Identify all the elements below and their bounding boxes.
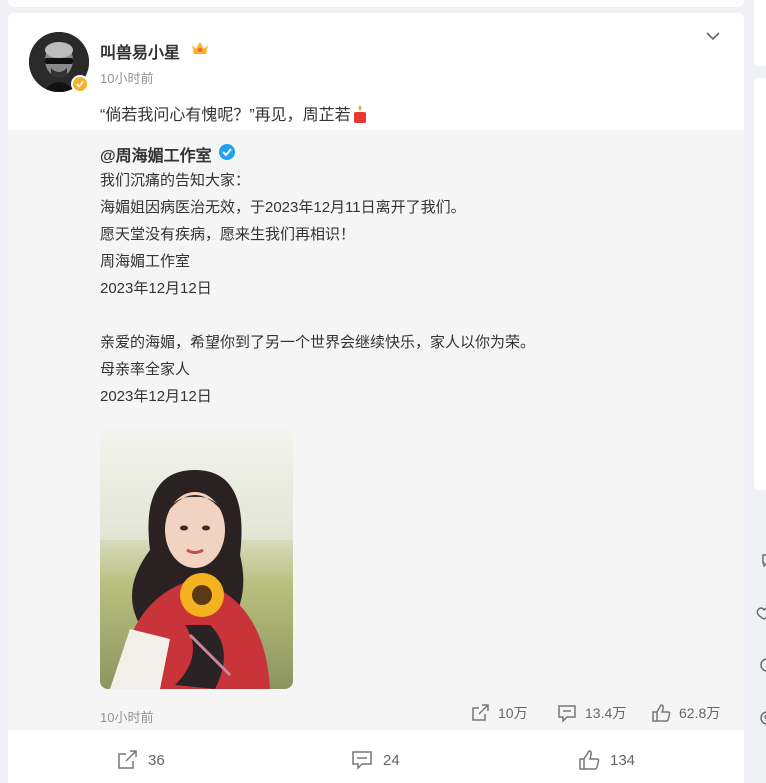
post-card: 叫兽易小星 10小时前 “倘若我问心有愧呢？”再见，周芷若 @周海媚工作室 我们… — [8, 13, 744, 783]
repost-button[interactable]: 36 — [116, 749, 165, 771]
post-photo[interactable] — [100, 430, 293, 689]
comment-button[interactable]: 24 — [351, 749, 400, 771]
post-time[interactable]: 10小时前 — [100, 68, 153, 87]
comment-icon — [352, 751, 372, 770]
right-panel — [754, 0, 766, 66]
like-count: 134 — [610, 751, 636, 769]
post-text-content: “倘若我问心有愧呢？”再见，周芷若 — [100, 107, 351, 124]
repost-line: 愿天堂没有疾病，愿来生我们再相识！ — [100, 226, 356, 243]
original-time[interactable]: 10小时前 — [100, 707, 153, 726]
like-stat[interactable]: 62.8万 — [651, 703, 720, 723]
share-icon — [472, 704, 489, 721]
info-icon[interactable] — [755, 658, 766, 672]
share-icon — [118, 750, 137, 769]
heart-icon[interactable] — [755, 606, 766, 620]
verified-badge — [71, 75, 89, 93]
author-name[interactable]: 叫兽易小星 — [100, 39, 180, 63]
comment-icon — [558, 705, 576, 723]
repost-line: 海媚姐因病医治无效，于2023年12月11日离开了我们。 — [100, 199, 466, 216]
right-panel — [754, 78, 766, 490]
repost-count: 10万 — [498, 705, 528, 721]
post-text: “倘若我问心有愧呢？”再见，周芷若 — [100, 101, 369, 125]
chevron-down-icon[interactable] — [705, 29, 721, 43]
candle-icon — [353, 105, 366, 123]
thumbs-up-icon — [579, 750, 600, 770]
comment-count: 13.4万 — [585, 705, 627, 721]
comment-icon[interactable] — [755, 553, 766, 567]
previous-card-edge — [8, 0, 744, 7]
repost-line: 我们沉痛的告知大家： — [100, 172, 251, 189]
repost-stat[interactable]: 10万 — [470, 703, 528, 723]
repost-line: 母亲率全家人 — [100, 361, 191, 378]
comment-stat[interactable]: 13.4万 — [557, 703, 626, 723]
repost-line: 周海媚工作室 — [100, 253, 191, 270]
original-author[interactable]: @周海媚工作室 — [100, 142, 212, 166]
like-count: 62.8万 — [679, 705, 721, 721]
like-button[interactable]: 134 — [578, 749, 635, 771]
user-icon[interactable] — [755, 711, 766, 725]
crown-icon — [192, 42, 208, 54]
repost-line: 亲爱的海媚，希望你到了另一个世界会继续快乐，家人以你为荣。 — [100, 334, 536, 351]
comment-count: 24 — [383, 751, 400, 769]
repost-line: 2023年12月12日 — [100, 280, 212, 297]
repost-block[interactable]: @周海媚工作室 我们沉痛的告知大家： 海媚姐因病医治无效，于2023年12月11… — [8, 130, 744, 730]
repost-line: 2023年12月12日 — [100, 388, 212, 405]
repost-count: 36 — [148, 751, 165, 769]
thumbs-up-icon — [652, 704, 671, 722]
verified-blue-icon — [219, 144, 235, 160]
